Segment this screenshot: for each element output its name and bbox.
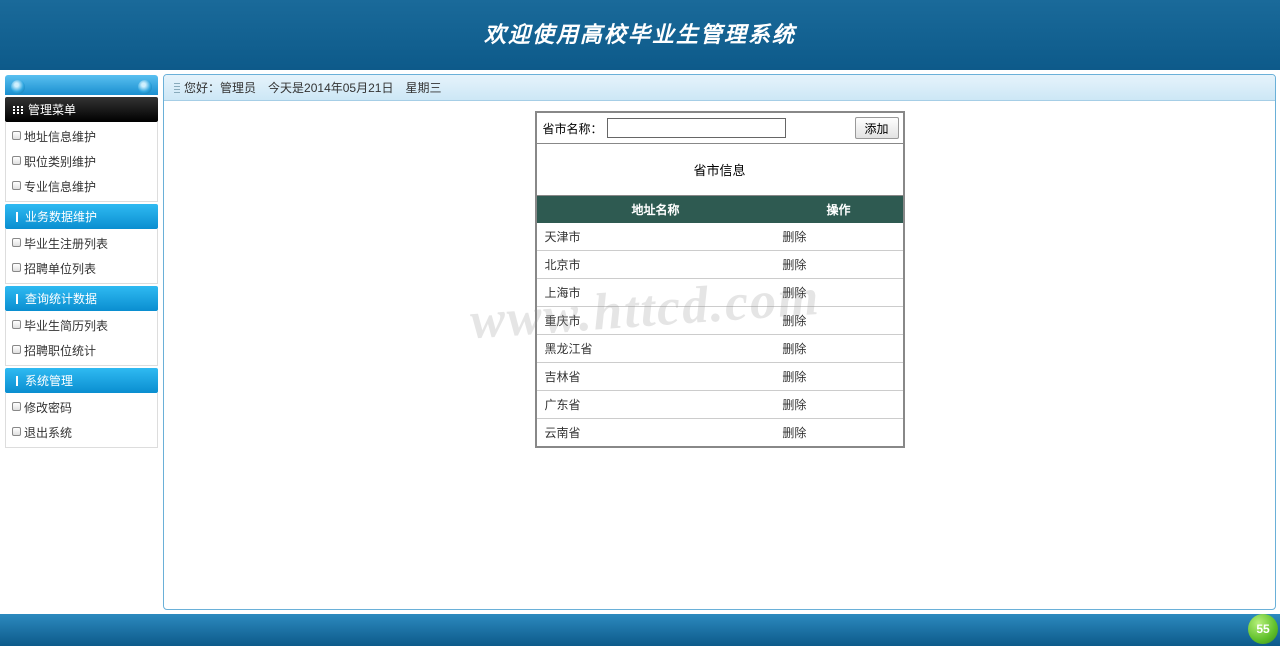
weekday-value: 星期三 (405, 79, 441, 96)
date-value: 2014年05月21日 (304, 79, 393, 96)
add-button[interactable]: 添加 (855, 117, 899, 139)
greeting-label: 您好： (184, 79, 220, 96)
corner-badge: 55 (1248, 614, 1278, 644)
table-row: 吉林省删除 (537, 363, 903, 391)
sidebar-group-3-items: 修改密码 退出系统 (5, 393, 158, 448)
sidebar-item-position-maint[interactable]: 职位类别维护 (6, 149, 157, 174)
col-op: 操作 (774, 196, 902, 223)
sidebar-group-1-items: 毕业生注册列表 招聘单位列表 (5, 229, 158, 284)
delete-link[interactable]: 删除 (774, 419, 902, 447)
sidebar-group-label: 系统管理 (25, 372, 73, 389)
delete-link[interactable]: 删除 (774, 251, 902, 279)
sidebar-group-system[interactable]: 系统管理 (5, 368, 158, 393)
sidebar-group-business[interactable]: 业务数据维护 (5, 204, 158, 229)
footer-bar (0, 614, 1280, 646)
sidebar-item-employer-list[interactable]: 招聘单位列表 (6, 256, 157, 281)
sidebar-group-2-items: 毕业生简历列表 招聘职位统计 (5, 311, 158, 366)
cell-name: 云南省 (537, 419, 775, 447)
role-label: 管理员 (220, 79, 256, 96)
topbar: 您好： 管理员 今天是 2014年05月21日 星期三 (164, 75, 1275, 101)
sidebar-group-label: 业务数据维护 (25, 208, 97, 225)
province-name-input[interactable] (607, 118, 786, 138)
date-prefix: 今天是 (268, 79, 304, 96)
table-row: 北京市删除 (537, 251, 903, 279)
cell-name: 黑龙江省 (537, 335, 775, 363)
bar-icon (16, 294, 18, 304)
add-form: 省市名称： 添加 (537, 113, 903, 144)
lines-icon (174, 83, 180, 93)
sidebar-item-job-stats[interactable]: 招聘职位统计 (6, 338, 157, 363)
sidebar-item-change-password[interactable]: 修改密码 (6, 395, 157, 420)
bar-icon (16, 376, 18, 386)
delete-link[interactable]: 删除 (774, 223, 902, 251)
table-row: 天津市删除 (537, 223, 903, 251)
sidebar: 管理菜单 地址信息维护 职位类别维护 专业信息维护 业务数据维护 毕业生注册列表… (0, 70, 163, 614)
sidebar-root-label: 管理菜单 (28, 101, 76, 118)
table-row: 上海市删除 (537, 279, 903, 307)
sidebar-item-resume-list[interactable]: 毕业生简历列表 (6, 313, 157, 338)
cell-name: 北京市 (537, 251, 775, 279)
table-row: 重庆市删除 (537, 307, 903, 335)
sidebar-item-logout[interactable]: 退出系统 (6, 420, 157, 445)
province-table: 地址名称 操作 天津市删除北京市删除上海市删除重庆市删除黑龙江省删除吉林省删除广… (537, 196, 903, 446)
app-header: 欢迎使用高校毕业生管理系统 (0, 0, 1280, 70)
cell-name: 吉林省 (537, 363, 775, 391)
cell-name: 天津市 (537, 223, 775, 251)
delete-link[interactable]: 删除 (774, 279, 902, 307)
sidebar-item-graduate-register[interactable]: 毕业生注册列表 (6, 231, 157, 256)
province-panel: 省市名称： 添加 省市信息 地址名称 操作 天津市删除北京市删除上海市删除重庆市… (535, 111, 905, 448)
sidebar-item-major-maint[interactable]: 专业信息维护 (6, 174, 157, 199)
sidebar-root: 管理菜单 (5, 97, 158, 122)
sidebar-decoration (5, 75, 158, 95)
col-name: 地址名称 (537, 196, 775, 223)
main-panel: 您好： 管理员 今天是 2014年05月21日 星期三 省市名称： 添加 省市信… (163, 74, 1276, 610)
delete-link[interactable]: 删除 (774, 363, 902, 391)
table-row: 黑龙江省删除 (537, 335, 903, 363)
table-row: 广东省删除 (537, 391, 903, 419)
table-row: 云南省删除 (537, 419, 903, 447)
sidebar-group-query[interactable]: 查询统计数据 (5, 286, 158, 311)
delete-link[interactable]: 删除 (774, 335, 902, 363)
sidebar-item-address-maint[interactable]: 地址信息维护 (6, 124, 157, 149)
sidebar-group-0: 地址信息维护 职位类别维护 专业信息维护 (5, 122, 158, 202)
sidebar-group-label: 查询统计数据 (25, 290, 97, 307)
cell-name: 重庆市 (537, 307, 775, 335)
bar-icon (16, 212, 18, 222)
grid-icon (13, 106, 23, 114)
delete-link[interactable]: 删除 (774, 391, 902, 419)
delete-link[interactable]: 删除 (774, 307, 902, 335)
cell-name: 上海市 (537, 279, 775, 307)
app-title: 欢迎使用高校毕业生管理系统 (484, 22, 796, 47)
content-area: 省市名称： 添加 省市信息 地址名称 操作 天津市删除北京市删除上海市删除重庆市… (164, 101, 1275, 448)
panel-title: 省市信息 (537, 144, 903, 196)
cell-name: 广东省 (537, 391, 775, 419)
province-name-label: 省市名称： (543, 120, 603, 137)
